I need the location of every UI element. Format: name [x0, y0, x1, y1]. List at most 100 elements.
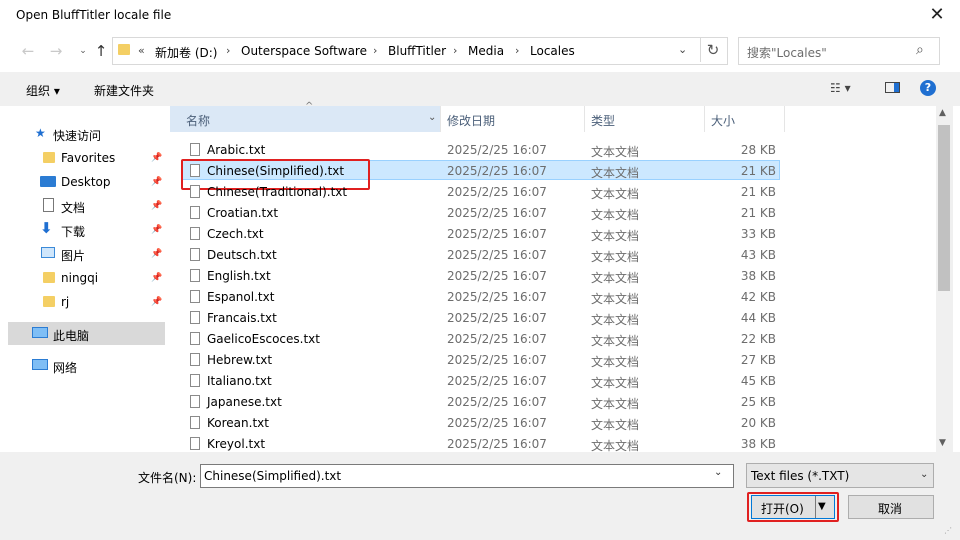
text-file-icon — [190, 206, 200, 219]
breadcrumb-separator-icon: › — [453, 44, 458, 57]
pin-icon[interactable]: 📌 — [151, 177, 162, 187]
file-name[interactable]: Francais.txt — [207, 311, 277, 325]
pin-icon[interactable]: 📌 — [151, 225, 162, 235]
sidebar-item-network[interactable]: 网络 — [53, 359, 77, 376]
file-type: 文本文档 — [591, 376, 640, 390]
file-type: 文本文档 — [591, 418, 640, 432]
refresh-icon[interactable]: ↻ — [700, 38, 725, 62]
column-header-size[interactable]: 大小 — [711, 112, 735, 129]
help-icon[interactable]: ? — [920, 80, 936, 96]
column-filter-chevron-icon[interactable]: ⌄ — [428, 112, 436, 123]
forward-arrow-icon[interactable]: → — [45, 40, 67, 62]
back-arrow-icon[interactable]: ← — [17, 40, 39, 62]
breadcrumb-item[interactable]: Media — [468, 44, 504, 58]
file-name[interactable]: English.txt — [207, 269, 271, 283]
address-history-chevron-icon[interactable]: ⌄ — [678, 43, 687, 56]
text-file-icon — [190, 227, 200, 240]
file-name[interactable]: Japanese.txt — [207, 395, 282, 409]
file-type: 文本文档 — [591, 292, 640, 306]
up-arrow-icon[interactable]: ↑ — [90, 40, 112, 62]
file-date: 2025/2/25 16:07 — [447, 437, 547, 451]
column-divider[interactable] — [440, 106, 441, 132]
sidebar-item-ningqi[interactable]: ningqi — [61, 271, 98, 285]
file-name[interactable]: Chinese(Traditional).txt — [207, 185, 347, 199]
pin-icon[interactable]: 📌 — [151, 249, 162, 259]
file-list — [170, 106, 936, 452]
file-size: 22 KB — [740, 332, 776, 346]
file-name[interactable]: Croatian.txt — [207, 206, 278, 220]
column-header-name[interactable]: 名称 — [186, 112, 210, 129]
scroll-down-icon[interactable]: ▼ — [939, 438, 946, 448]
file-name[interactable]: Italiano.txt — [207, 374, 272, 388]
column-divider[interactable] — [784, 106, 785, 132]
breadcrumb-item[interactable]: Outerspace Software — [241, 44, 367, 58]
file-date: 2025/2/25 16:07 — [447, 185, 547, 199]
view-options-icon[interactable]: ☷ ▾ — [830, 81, 851, 95]
file-type: 文本文档 — [591, 250, 640, 264]
text-file-icon — [190, 332, 200, 345]
breadcrumb-item[interactable]: Locales — [530, 44, 575, 58]
sidebar-item-downloads[interactable]: 下载 — [61, 223, 85, 240]
pin-icon[interactable]: 📌 — [151, 201, 162, 211]
breadcrumb-item[interactable]: BluffTitler — [388, 44, 446, 58]
file-name[interactable]: Hebrew.txt — [207, 353, 272, 367]
new-folder-button[interactable]: 新建文件夹 — [94, 82, 154, 99]
filetype-chevron-icon[interactable]: ⌄ — [920, 469, 928, 480]
file-size: 21 KB — [740, 185, 776, 199]
file-name[interactable]: Korean.txt — [207, 416, 269, 430]
organize-button[interactable]: 组织 ▾ — [26, 82, 60, 99]
file-name[interactable]: GaelicoEscoces.txt — [207, 332, 320, 346]
breadcrumb-overflow[interactable]: « — [138, 44, 145, 57]
pin-icon[interactable]: 📌 — [151, 297, 162, 307]
column-divider[interactable] — [584, 106, 585, 132]
file-type: 文本文档 — [591, 187, 640, 201]
column-divider[interactable] — [704, 106, 705, 132]
sidebar-item-rj[interactable]: rj — [61, 295, 69, 309]
file-type: 文本文档 — [591, 145, 640, 159]
text-file-icon — [190, 395, 200, 408]
file-date: 2025/2/25 16:07 — [447, 164, 547, 178]
file-name[interactable]: Deutsch.txt — [207, 248, 277, 262]
file-name[interactable]: Czech.txt — [207, 227, 264, 241]
filename-dropdown-chevron-icon[interactable]: ⌄ — [714, 467, 722, 478]
file-name[interactable]: Espanol.txt — [207, 290, 274, 304]
breadcrumb-separator-icon: › — [373, 44, 378, 57]
column-header-type[interactable]: 类型 — [591, 112, 615, 129]
text-file-icon — [190, 374, 200, 387]
cancel-button-label: 取消 — [878, 502, 903, 516]
scroll-up-icon[interactable]: ▲ — [939, 108, 946, 118]
file-name[interactable]: Arabic.txt — [207, 143, 265, 157]
text-file-icon — [190, 164, 200, 177]
sidebar-quick-access[interactable]: 快速访问 — [53, 127, 101, 144]
search-icon[interactable]: ⌕ — [916, 42, 924, 58]
text-file-icon — [190, 269, 200, 282]
column-header-date[interactable]: 修改日期 — [447, 112, 495, 129]
file-size: 45 KB — [740, 374, 776, 388]
download-icon: ⬇ — [40, 219, 53, 237]
file-date: 2025/2/25 16:07 — [447, 332, 547, 346]
sidebar-item-documents[interactable]: 文档 — [61, 199, 85, 216]
text-file-icon — [190, 248, 200, 261]
text-file-icon — [190, 437, 200, 450]
file-date: 2025/2/25 16:07 — [447, 416, 547, 430]
pin-icon[interactable]: 📌 — [151, 273, 162, 283]
sidebar-item-pictures[interactable]: 图片 — [61, 247, 85, 264]
sidebar-item-desktop[interactable]: Desktop — [61, 175, 111, 189]
text-file-icon — [190, 185, 200, 198]
file-name[interactable]: Kreyol.txt — [207, 437, 265, 451]
preview-pane-icon[interactable] — [885, 82, 900, 93]
file-name[interactable]: Chinese(Simplified).txt — [207, 164, 344, 178]
file-type: 文本文档 — [591, 334, 640, 348]
filename-input[interactable] — [200, 464, 734, 488]
text-file-icon — [190, 290, 200, 303]
sidebar-item-favorites[interactable]: Favorites — [61, 151, 115, 165]
pin-icon[interactable]: 📌 — [151, 153, 162, 163]
breadcrumb-item[interactable]: 新加卷 (D:) — [155, 44, 217, 61]
sidebar-item-this-pc[interactable]: 此电脑 — [53, 327, 89, 344]
close-icon[interactable]: ✕ — [924, 4, 950, 26]
file-size: 21 KB — [740, 206, 776, 220]
file-type: 文本文档 — [591, 313, 640, 327]
resize-grip-icon[interactable]: ⋰ — [944, 526, 952, 535]
file-type: 文本文档 — [591, 229, 640, 243]
scrollbar-thumb[interactable] — [938, 125, 950, 291]
